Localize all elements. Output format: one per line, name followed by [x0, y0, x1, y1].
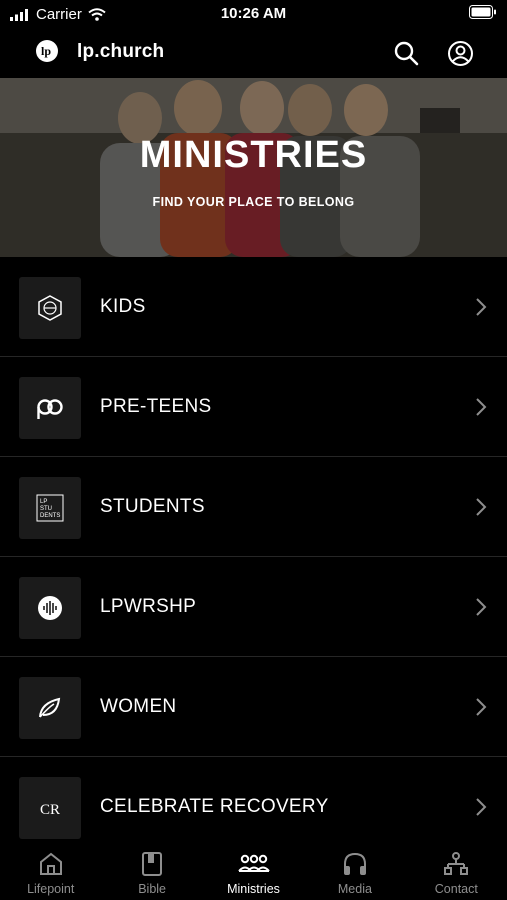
item-label: LPWRSHP [100, 596, 197, 617]
chevron-right-icon [476, 498, 487, 516]
svg-text:lp: lp [41, 44, 51, 58]
item-icon-box [19, 377, 81, 439]
chevron-right-icon [476, 298, 487, 316]
hero-subtitle: FIND YOUR PLACE TO BELONG [152, 195, 355, 209]
worship-soundwave-icon [38, 596, 62, 620]
status-bar: Carrier 10:26 AM [0, 0, 507, 28]
hero-title: MINISTRIES [139, 134, 368, 176]
tab-contact[interactable]: Contact [406, 842, 507, 900]
org-chart-icon [444, 852, 469, 875]
list-item-women[interactable]: WOMEN [0, 657, 507, 757]
students-logo-icon: LP STU DENTS [36, 494, 64, 522]
chevron-right-icon [476, 798, 487, 816]
leaf-icon [39, 697, 61, 718]
ministry-list: KIDS PRE-TEENS LP STU DENTS STUDENTS LPW… [0, 257, 507, 857]
item-label: WOMEN [100, 696, 177, 717]
tab-ministries[interactable]: Ministries [203, 842, 304, 900]
students-icon-line-1: LP [40, 499, 47, 505]
chevron-right-icon [476, 398, 487, 416]
home-icon [39, 852, 62, 875]
lp-logo-icon[interactable]: lp [36, 40, 58, 62]
item-icon-box: LP STU DENTS [19, 477, 81, 539]
item-label: CELEBRATE RECOVERY [100, 796, 329, 817]
list-item-pre-teens[interactable]: PRE-TEENS [0, 357, 507, 457]
item-label: KIDS [100, 296, 146, 317]
search-icon [394, 41, 419, 66]
app-title: lp.church [77, 41, 165, 62]
cr-monogram-icon: CR [40, 802, 60, 818]
tab-label: Bible [138, 882, 166, 896]
item-icon-box [19, 277, 81, 339]
tab-bible[interactable]: Bible [101, 842, 202, 900]
item-label: STUDENTS [100, 496, 205, 517]
status-time: 10:26 AM [220, 5, 287, 22]
item-icon-box: CR [19, 777, 81, 839]
list-item-lpwrshp[interactable]: LPWRSHP [0, 557, 507, 657]
profile-icon [447, 40, 473, 66]
chevron-right-icon [476, 598, 487, 616]
hero-banner: MINISTRIES FIND YOUR PLACE TO BELONG [0, 78, 507, 257]
status-right [469, 5, 497, 24]
book-icon [142, 852, 163, 876]
list-item-students[interactable]: LP STU DENTS STUDENTS [0, 457, 507, 557]
item-icon-box [19, 677, 81, 739]
search-button[interactable] [391, 38, 421, 68]
headphones-icon [343, 852, 366, 875]
pre-teens-logo-icon [37, 399, 63, 419]
tab-media[interactable]: Media [304, 842, 405, 900]
cr-monogram-text: CR [40, 802, 60, 818]
tab-bar: Lifepoint Bible Ministries Media Contact [0, 842, 507, 900]
tab-lifepoint[interactable]: Lifepoint [0, 842, 101, 900]
students-icon-line-2: STU [40, 506, 52, 512]
profile-button[interactable] [445, 38, 475, 68]
group-icon [237, 854, 270, 872]
list-item-kids[interactable]: KIDS [0, 257, 507, 357]
kids-badge-icon [38, 295, 62, 321]
tab-label: Contact [434, 882, 478, 896]
app-header: lp lp.church [0, 28, 507, 78]
item-label: PRE-TEENS [100, 396, 212, 417]
tab-label: Lifepoint [27, 882, 75, 896]
tab-label: Ministries [227, 882, 280, 896]
tab-label: Media [337, 882, 372, 896]
chevron-right-icon [476, 698, 487, 716]
battery-icon [469, 5, 496, 19]
students-icon-line-3: DENTS [40, 513, 60, 519]
item-icon-box [19, 577, 81, 639]
